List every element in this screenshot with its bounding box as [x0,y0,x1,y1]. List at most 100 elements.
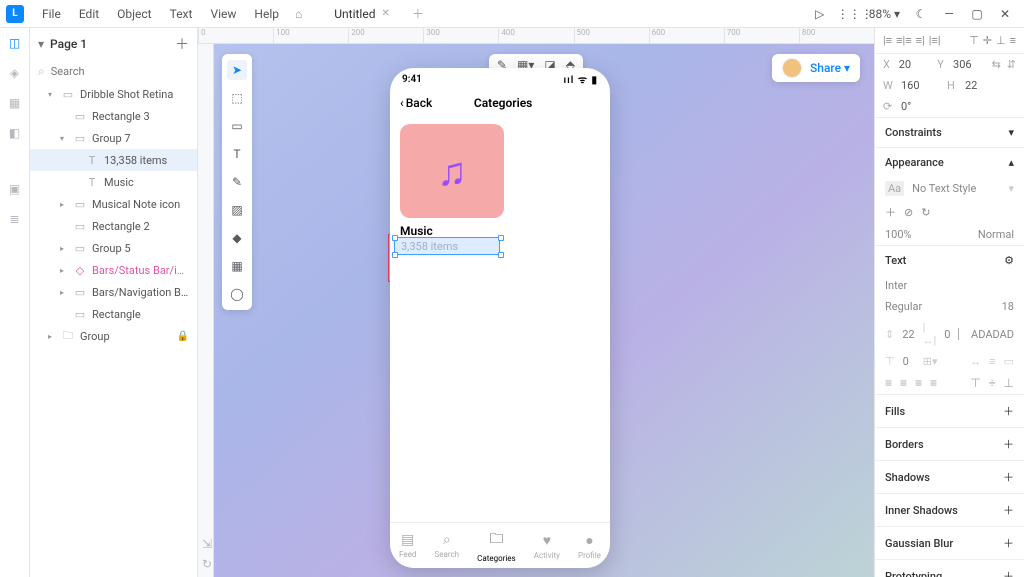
distribute-h-icon[interactable]: |≡| [929,34,941,47]
frame-tool-icon[interactable]: ⬚ [227,88,247,108]
layer-row[interactable]: ▾▭Group 7 [30,127,197,149]
layer-row[interactable]: ▸▭Musical Note icon [30,193,197,215]
image-tool-icon[interactable]: ▨ [227,200,247,220]
auto-height-icon[interactable]: ≡ [989,355,995,368]
flip-icon[interactable]: ⇵ [1007,58,1016,71]
y-value[interactable]: 306 [953,58,986,71]
image-tab-icon[interactable]: ▣ [6,180,24,198]
rectangle-tool-icon[interactable]: ▭ [227,116,247,136]
text-options-icon[interactable]: ⚙ [1004,254,1014,267]
twisty-icon[interactable]: ▸ [48,332,56,341]
section-inner-shadows[interactable]: Inner Shadows＋ [875,493,1024,526]
menu-object[interactable]: Object [109,3,159,25]
minimize-icon[interactable]: — [938,7,960,21]
opacity-value[interactable]: 100% [885,228,912,241]
font-size[interactable]: 18 [1002,300,1014,313]
section-fills[interactable]: Fills＋ [875,394,1024,427]
twisty-icon[interactable]: ▾ [60,134,68,143]
text-section[interactable]: Text⚙ [875,245,1024,275]
w-value[interactable]: 160 [901,79,941,92]
valign-top-icon[interactable]: ⊤ [970,376,980,390]
add-icon[interactable]: ＋ [1003,502,1014,518]
font-weight[interactable]: Regular [885,300,994,313]
comment-tool-icon[interactable]: ◯ [227,284,247,304]
fixed-size-icon[interactable]: ▭ [1004,355,1014,368]
text-align-justify-icon[interactable]: ≡ [930,376,937,390]
twisty-icon[interactable]: ▸ [60,288,68,297]
add-page-button[interactable]: ＋ [175,34,189,54]
blend-mode[interactable]: Normal [978,228,1014,241]
layer-row[interactable]: ▸🗀Group🔒 [30,325,197,347]
history-icon[interactable]: ↻ [202,557,212,571]
align-top-icon[interactable]: ⊤ [969,34,979,47]
components-tab-icon[interactable]: ▦ [6,94,24,112]
layer-row[interactable]: ▸▭Bars/Navigation Bar/iPhone… [30,281,197,303]
add-tab-button[interactable]: ＋ [402,5,434,22]
layer-row[interactable]: ▭Rectangle 3 [30,105,197,127]
page-title[interactable]: Page 1 [50,37,169,51]
swap-xy-icon[interactable]: ⇆ [992,58,1001,71]
zoom-dropdown[interactable]: 88% ▾ [869,7,900,21]
export-icon[interactable]: ⇲ [202,537,212,551]
section-shadows[interactable]: Shadows＋ [875,460,1024,493]
artboard-iphone[interactable]: 9:41 ııl ᯤ ▮ ‹ Back Categories ♫ Music [390,68,610,568]
assets-tab-icon[interactable]: ◈ [6,64,24,82]
grid-icon[interactable]: ⋮⋮⋮ [837,7,859,21]
textbox-mode-icon[interactable]: ⊞▾ [923,355,938,368]
text-selection-box[interactable] [394,237,500,255]
chevron-down-icon[interactable]: ▾ [1008,182,1014,195]
twisty-icon[interactable]: ▸ [60,244,68,253]
section-gaussian-blur[interactable]: Gaussian Blur＋ [875,526,1024,559]
detach-style-icon[interactable]: ⊘ [904,206,913,219]
user-avatar[interactable] [782,58,802,78]
app-logo[interactable]: L [6,5,24,23]
menu-file[interactable]: File [34,3,69,25]
text-align-center-icon[interactable]: ≡ [900,376,907,390]
layers-tab-icon[interactable]: ◫ [6,34,24,52]
align-left-icon[interactable]: |≡ [883,34,892,47]
home-icon[interactable]: ⌂ [295,7,302,21]
category-card[interactable]: ♫ Music 3,358 items [400,124,504,253]
line-height[interactable]: 22 [902,328,914,341]
text-align-right-icon[interactable]: ≡ [915,376,922,390]
add-icon[interactable]: ＋ [1003,535,1014,551]
doc-tab[interactable]: Untitled ✕ [322,0,402,27]
layer-row[interactable]: TMusic [30,171,197,193]
selection-handle[interactable] [392,252,398,258]
distribute-v-icon[interactable]: ≡ [1010,34,1016,47]
tabbar-item-activity[interactable]: ♥Activity [534,532,560,560]
auto-width-icon[interactable]: ↔ [970,355,981,368]
share-button[interactable]: Share ▾ [810,61,850,75]
tabbar-item-categories[interactable]: 🗀Categories [477,528,516,563]
align-bottom-icon[interactable]: ⊥ [996,34,1006,47]
close-window-icon[interactable]: ✕ [994,7,1016,21]
add-style-button[interactable]: ＋ [885,204,896,220]
tabbar-item-feed[interactable]: ▤Feed [399,532,416,559]
selection-handle[interactable] [498,235,504,241]
layer-row[interactable]: ▸▭Group 5 [30,237,197,259]
pen-tool-icon[interactable]: ✎ [227,172,247,192]
play-icon[interactable]: ▷ [809,7,831,21]
twisty-icon[interactable]: ▸ [60,200,68,209]
letter-spacing[interactable]: 0 [944,328,950,341]
list-tab-icon[interactable]: ≣ [6,210,24,228]
component-tool-icon[interactable]: ◆ [227,228,247,248]
align-right-icon[interactable]: ≡| [916,34,925,47]
twisty-icon[interactable]: ▾ [48,90,56,99]
add-icon[interactable]: ＋ [1003,403,1014,419]
align-middle-icon[interactable]: ✛ [983,34,992,47]
section-borders[interactable]: Borders＋ [875,427,1024,460]
layer-row[interactable]: ▭Rectangle [30,303,197,325]
canvas[interactable]: 0100200300400500600700800 ➤ ⬚ ▭ T ✎ ▨ ◆ … [198,28,874,577]
styles-tab-icon[interactable]: ◧ [6,124,24,142]
move-tool-icon[interactable]: ➤ [227,60,247,80]
theme-icon[interactable]: ☾ [910,7,932,21]
page-chevron-icon[interactable]: ▾ [38,37,44,51]
layer-row[interactable]: ▭Rectangle 2 [30,215,197,237]
menu-view[interactable]: View [202,3,244,25]
section-prototyping[interactable]: Prototyping＋ [875,559,1024,577]
text-color-swatch[interactable] [958,328,959,340]
menu-text[interactable]: Text [162,3,201,25]
rotation-value[interactable]: 0° [901,100,941,113]
text-align-left-icon[interactable]: ≡ [885,376,892,390]
